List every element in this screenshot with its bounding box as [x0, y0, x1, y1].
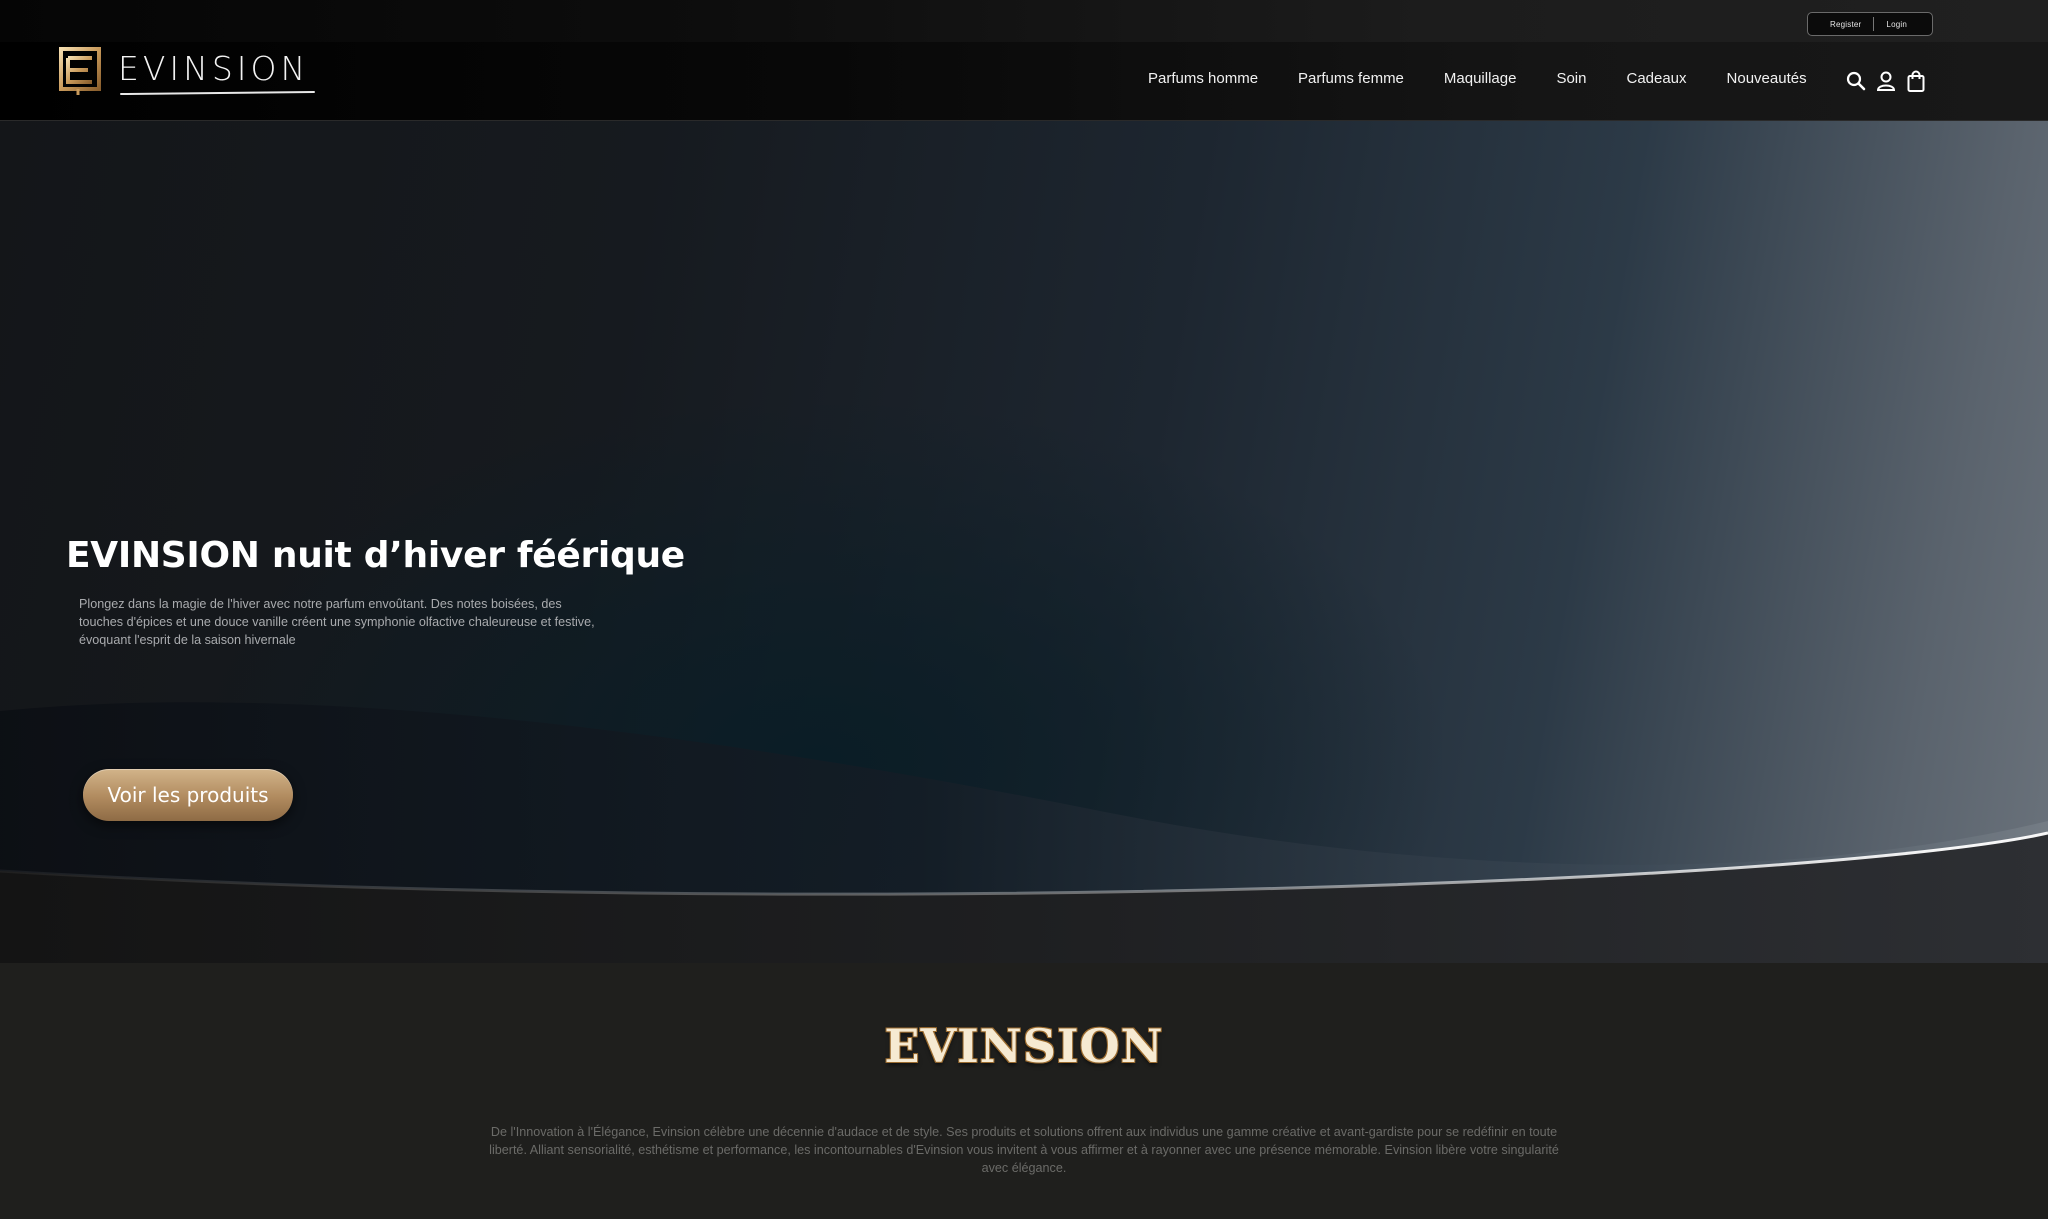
login-link[interactable]: Login [1886, 20, 1907, 29]
brand-heading: EVINSION [884, 1019, 1164, 1073]
brand-wordmark: EVINSION [118, 49, 309, 94]
nav-parfums-homme[interactable]: Parfums homme [1148, 70, 1258, 87]
nav-soin[interactable]: Soin [1556, 70, 1586, 87]
search-icon[interactable] [1846, 70, 1866, 92]
register-link[interactable]: Register [1830, 20, 1861, 29]
view-products-button[interactable]: Voir les produits [83, 769, 293, 821]
nav-maquillage[interactable]: Maquillage [1444, 70, 1517, 87]
brand-logo[interactable]: EVINSION [58, 46, 309, 96]
hero-banner: EVINSION nuit d’hiver féérique Plongez d… [0, 121, 2048, 963]
nav-cadeaux[interactable]: Cadeaux [1626, 70, 1686, 87]
hero-title: EVINSION nuit d’hiver féérique [66, 535, 685, 576]
auth-links: Register Login [1807, 12, 1933, 36]
user-icon[interactable] [1876, 70, 1896, 92]
hero-description: Plongez dans la magie de l'hiver avec no… [79, 597, 595, 647]
brand-section: EVINSION De l'Innovation à l'Élégance, E… [0, 963, 2048, 1219]
top-utility-bar: Register Login [0, 0, 2048, 42]
main-navigation: Parfums homme Parfums femme Maquillage S… [1148, 70, 1807, 87]
auth-divider [1873, 17, 1875, 31]
nav-nouveautes[interactable]: Nouveautés [1727, 70, 1807, 87]
logo-mark-icon [59, 47, 101, 95]
site-header: EVINSION Parfums homme Parfums femme Maq… [0, 42, 2048, 121]
shopping-bag-icon[interactable] [1906, 70, 1926, 92]
nav-parfums-femme[interactable]: Parfums femme [1298, 70, 1404, 87]
brand-description: De l'Innovation à l'Élégance, Evinsion c… [489, 1125, 1559, 1175]
header-actions [1846, 70, 1926, 92]
